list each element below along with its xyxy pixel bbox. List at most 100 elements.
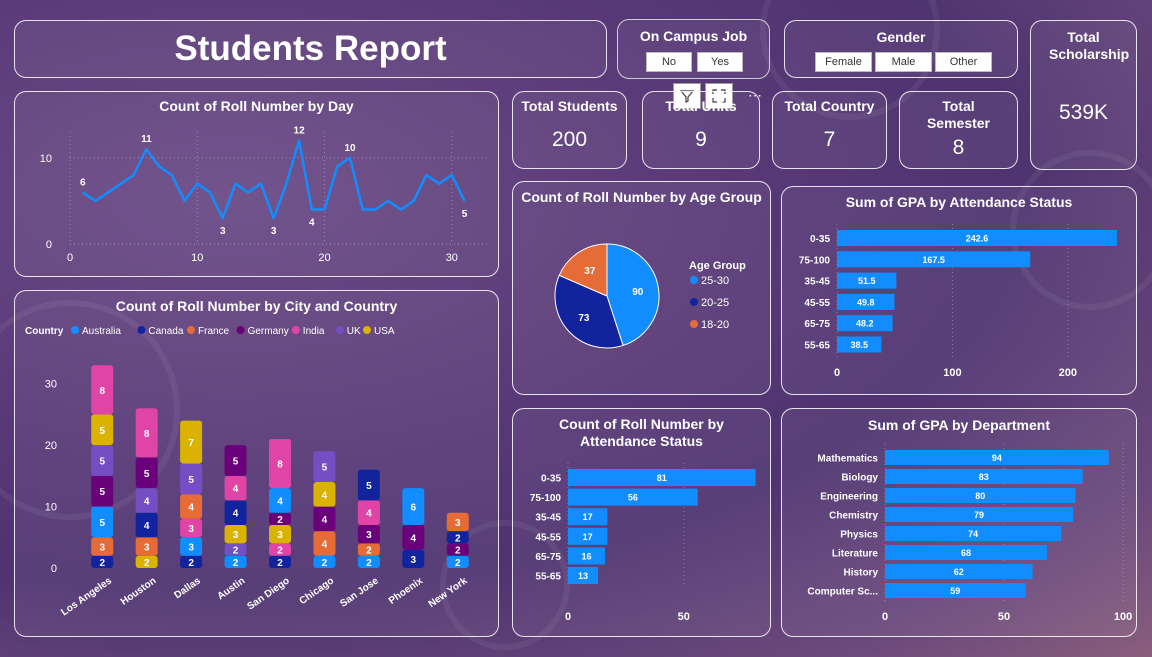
y-tick-label: 55-65 bbox=[804, 341, 830, 352]
x-tick-label: 0 bbox=[882, 611, 888, 623]
kpi-value: 539K bbox=[1058, 101, 1109, 124]
legend-title: Country bbox=[25, 326, 64, 337]
y-tick-label: 20 bbox=[45, 440, 57, 452]
gpa-attendance-card[interactable]: Sum of GPA by Attendance Status 0 100 200 0… bbox=[781, 186, 1137, 395]
data-label: 4 bbox=[322, 539, 328, 550]
data-label: 12 bbox=[294, 126, 306, 137]
roll-attendance-bar-chart[interactable]: 0 50 0-35 81 75-100 56 35-45 17 45-55 17 65-75 16 55… bbox=[513, 409, 772, 638]
x-tick-label: 200 bbox=[1059, 367, 1077, 379]
data-label: 4 bbox=[233, 509, 239, 520]
city-stacked-chart[interactable]: Country Australia Canada France Germany India… bbox=[15, 291, 500, 638]
data-label: 3 bbox=[411, 555, 417, 566]
data-label: 16 bbox=[582, 551, 592, 561]
data-label: 51.5 bbox=[858, 276, 876, 286]
data-label: 5 bbox=[462, 209, 468, 220]
day-chart-card[interactable]: Count of Roll Number by Day 0 10 0 10 20 30 6 1… bbox=[14, 91, 499, 277]
data-label: 68 bbox=[961, 548, 971, 558]
x-tick-label: New York bbox=[427, 575, 470, 610]
y-tick-label: Chemistry bbox=[829, 511, 878, 522]
legend-entry: Australia bbox=[82, 326, 121, 337]
x-tick-label: 50 bbox=[678, 611, 690, 623]
data-label: 5 bbox=[99, 426, 105, 437]
age-pie-chart[interactable]: 90 73 37 Age Group 25-30 20-25 18-20 bbox=[513, 182, 772, 396]
data-label: 4 bbox=[188, 503, 194, 514]
legend-marker bbox=[363, 326, 371, 334]
gender-slicer[interactable]: Gender Female Male Other bbox=[784, 20, 1018, 78]
kpi-total-units: Total Units 9 bbox=[642, 91, 760, 169]
data-label: 3 bbox=[233, 530, 239, 541]
data-label: 94 bbox=[992, 453, 1002, 463]
kpi-value: 9 bbox=[695, 128, 707, 151]
gpa-attendance-bar-chart[interactable]: 0 100 200 0-35 242.6 75-100 167.5 35-45 51.5 45-5… bbox=[782, 187, 1138, 396]
roll-attendance-card[interactable]: Count of Roll Number by Attendance Statu… bbox=[512, 408, 771, 637]
y-tick-label: Physics bbox=[840, 530, 878, 541]
city-chart-card[interactable]: Count of Roll Number by City and Country… bbox=[14, 290, 499, 637]
data-label: 2 bbox=[188, 558, 194, 569]
campus-job-title: On Campus Job bbox=[639, 28, 748, 44]
x-tick-label: 10 bbox=[191, 252, 203, 264]
legend-entry: France bbox=[198, 326, 230, 337]
legend-marker bbox=[236, 326, 245, 334]
data-label: 2 bbox=[233, 558, 239, 569]
data-label: 5 bbox=[99, 518, 105, 529]
y-tick-label: 0-35 bbox=[810, 234, 830, 245]
data-label: 5 bbox=[99, 457, 105, 468]
y-tick-label: Mathematics bbox=[817, 454, 878, 465]
data-label: 2 bbox=[277, 546, 283, 557]
legend-marker bbox=[291, 326, 300, 334]
gpa-department-bar-chart[interactable]: 0 50 100 Mathematics 94 Biology 83 Engineering 8… bbox=[782, 409, 1138, 638]
kpi-value: 8 bbox=[952, 136, 965, 159]
x-tick-label: 100 bbox=[943, 367, 961, 379]
data-label: 4 bbox=[233, 484, 239, 495]
data-label: 17 bbox=[583, 532, 593, 542]
kpi-total-country: Total Country 7 bbox=[772, 91, 887, 169]
y-tick-label: 10 bbox=[45, 502, 57, 514]
legend-entry: Germany bbox=[248, 326, 289, 337]
x-tick-label: San Diego bbox=[245, 575, 291, 612]
campus-job-slicer[interactable]: On Campus Job No Yes bbox=[617, 19, 770, 79]
kpi-label: Total Units bbox=[665, 98, 737, 114]
age-chart-card[interactable]: Count of Roll Number by Age Group 90 73 37… bbox=[512, 181, 771, 395]
legend-marker bbox=[71, 326, 79, 334]
data-label: 3 bbox=[99, 543, 105, 554]
data-label: 56 bbox=[628, 493, 638, 503]
page-title: Students Report bbox=[174, 29, 447, 68]
slicer-option-male[interactable]: Male bbox=[875, 52, 932, 72]
y-tick-label: 30 bbox=[45, 379, 57, 391]
slicer-option-other[interactable]: Other bbox=[935, 52, 992, 72]
data-label: 48.2 bbox=[856, 319, 874, 329]
y-tick-label: 55-65 bbox=[535, 572, 561, 583]
data-label: 4 bbox=[411, 533, 417, 544]
data-label: 2 bbox=[144, 558, 150, 569]
y-tick-label: 35-45 bbox=[804, 277, 830, 288]
x-tick-label: 50 bbox=[998, 611, 1010, 623]
data-label: 6 bbox=[80, 177, 86, 188]
data-label: 3 bbox=[144, 543, 150, 554]
day-line-chart[interactable]: 0 10 0 10 20 30 6 11 3 3 12 4 10 5 bbox=[15, 92, 500, 278]
x-tick-label: Phoenix bbox=[387, 575, 426, 607]
y-tick-label: 0 bbox=[51, 563, 57, 575]
kpi-label: Total Students bbox=[521, 98, 618, 114]
y-tick-label: 0-35 bbox=[541, 474, 561, 485]
data-label: 49.8 bbox=[857, 297, 875, 307]
data-label: 8 bbox=[99, 386, 105, 397]
legend-marker bbox=[187, 326, 195, 334]
data-label: 4 bbox=[277, 496, 283, 507]
data-label: 37 bbox=[584, 266, 596, 277]
kpi-label: Total Scholarship bbox=[1049, 29, 1130, 62]
gpa-department-card[interactable]: Sum of GPA by Department 0 50 100 Mathemati… bbox=[781, 408, 1137, 637]
data-label: 4 bbox=[144, 521, 150, 532]
slicer-option-yes[interactable]: Yes bbox=[697, 52, 743, 72]
data-label: 11 bbox=[141, 134, 152, 145]
kpi-label: Total Semester bbox=[926, 98, 991, 131]
y-tick-label: Literature bbox=[832, 549, 879, 560]
legend-entry: USA bbox=[374, 326, 395, 337]
slicer-option-no[interactable]: No bbox=[646, 52, 692, 72]
slicer-option-female[interactable]: Female bbox=[815, 52, 872, 72]
legend-entry: 20-25 bbox=[701, 297, 729, 309]
x-tick-label: Austin bbox=[215, 575, 247, 602]
data-label: 13 bbox=[578, 571, 588, 581]
data-label: 4 bbox=[366, 509, 372, 520]
data-label: 4 bbox=[309, 218, 315, 229]
y-tick-label: Engineering bbox=[820, 492, 878, 503]
